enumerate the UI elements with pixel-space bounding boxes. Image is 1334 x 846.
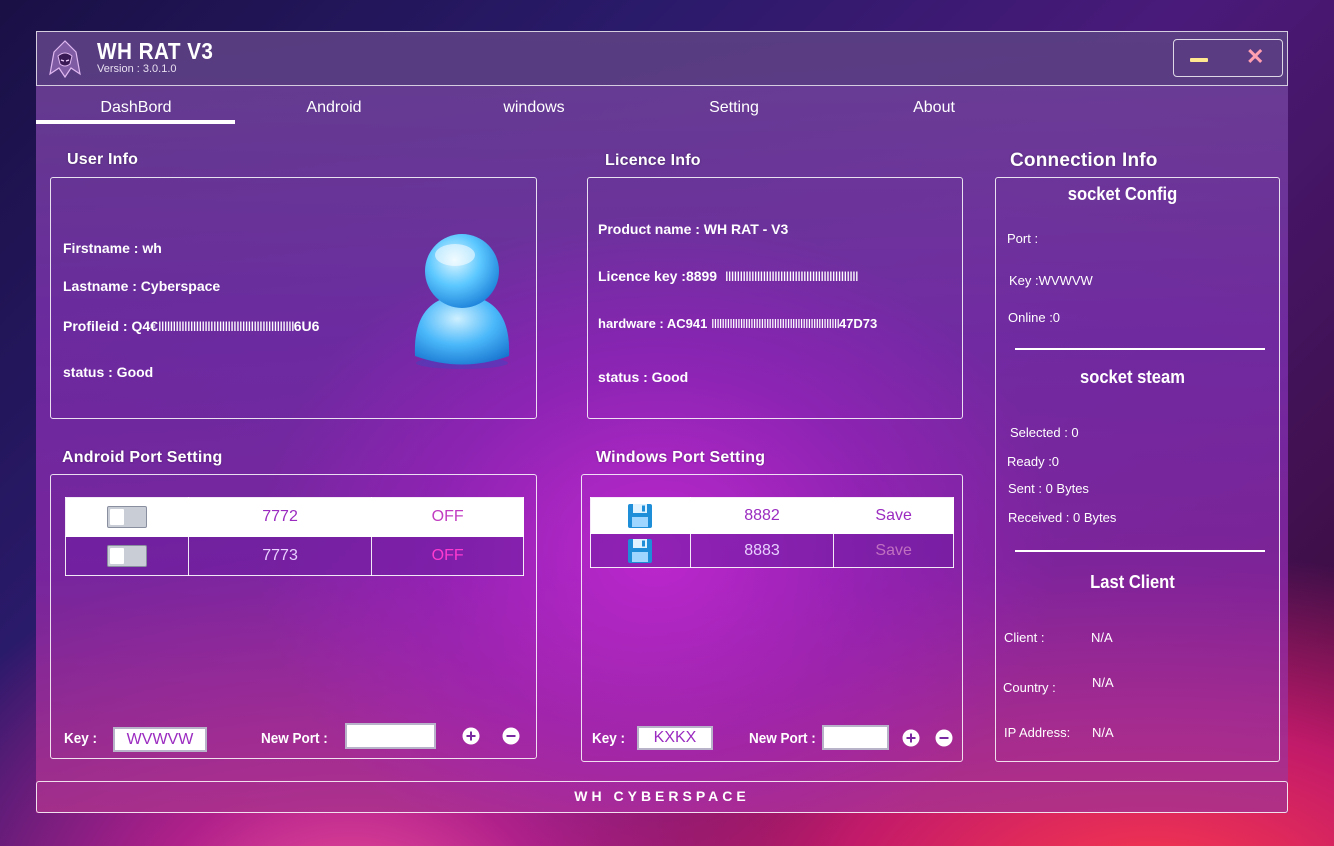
licence-key-row: Licence key :8899 IIIIIIIIIIIIIIIIIIIIII… xyxy=(598,268,859,284)
tab-about[interactable]: About xyxy=(834,99,1034,117)
toggle-cell xyxy=(65,497,189,537)
save-icon-cell xyxy=(590,533,691,568)
user-info-title: User Info xyxy=(67,151,139,168)
divider xyxy=(1015,348,1265,350)
save-button[interactable]: Save xyxy=(833,497,954,534)
window-controls: ✕ xyxy=(1173,39,1283,77)
ip-address-value: N/A xyxy=(1092,725,1114,740)
hardware-mask: IIIIIIIIIIIIIIIIIIIIIIIIIIIIIIIIIIIIIIII… xyxy=(710,316,840,331)
licence-info-panel: Product name : WH RAT - V3 Licence key :… xyxy=(587,177,963,419)
selected-text: Selected : 0 xyxy=(1010,425,1079,440)
lastname-text: Lastname : Cyberspace xyxy=(63,278,221,294)
firstname-text: Firstname : wh xyxy=(63,240,162,256)
client-label: Client : xyxy=(1004,630,1045,645)
port-toggle[interactable] xyxy=(106,545,147,567)
profileid-row: Profileid : Q4€IIIIIIIIIIIIIIIIIIIIIIIII… xyxy=(63,318,319,334)
licence-info-title: Licence Info xyxy=(605,152,701,169)
tab-android[interactable]: Android xyxy=(234,99,434,117)
socket-online-text: Online :0 xyxy=(1008,310,1061,325)
divider xyxy=(1015,550,1265,552)
app-title: WH RAT V3 xyxy=(97,38,214,64)
remove-port-button[interactable] xyxy=(502,727,520,745)
licence-key-mask: IIIIIIIIIIIIIIIIIIIIIIIIIIIIIIIIIIIIIIII… xyxy=(724,268,859,284)
socket-config-title: socket Config xyxy=(1067,184,1178,204)
table-row: 8883 Save xyxy=(590,533,954,568)
connection-info-panel: socket Config Port : Key :WVWVW Online :… xyxy=(995,177,1280,762)
android-key-input[interactable] xyxy=(113,727,207,752)
android-new-port-input[interactable] xyxy=(345,723,436,749)
windows-new-port-label: New Port : xyxy=(749,730,816,747)
licence-status-text: status : Good xyxy=(598,369,689,385)
minimize-button[interactable] xyxy=(1190,58,1208,62)
close-button[interactable]: ✕ xyxy=(1246,45,1264,69)
tab-windows[interactable]: windows xyxy=(434,99,634,117)
table-row: 8882 Save xyxy=(590,497,954,534)
country-label: Country : xyxy=(1003,680,1056,695)
tab-setting[interactable]: Setting xyxy=(634,99,834,117)
windows-new-port-input[interactable] xyxy=(822,725,889,750)
android-new-port-label: New Port : xyxy=(261,730,328,747)
table-row: 7772 OFF xyxy=(65,497,524,537)
save-button[interactable]: Save xyxy=(833,533,954,568)
received-text: Received : 0 Bytes xyxy=(1008,510,1117,525)
floppy-disk-icon[interactable] xyxy=(627,503,653,529)
profileid-suffix: 6U6 xyxy=(293,318,320,334)
hardware-suffix: 47D73 xyxy=(838,316,878,331)
profileid-prefix: Profileid : Q4€ xyxy=(63,318,158,334)
port-cell: 7772 xyxy=(187,497,373,537)
footer-bar: WH CYBERSPACE xyxy=(36,781,1288,813)
hardware-prefix: hardware : AC941 xyxy=(598,316,708,331)
windows-key-input[interactable] xyxy=(637,726,713,750)
port-cell: 8883 xyxy=(689,533,835,568)
title-bar[interactable]: WH RAT V3 Version : 3.0.1.0 ✕ xyxy=(36,31,1288,86)
sent-text: Sent : 0 Bytes xyxy=(1008,481,1089,496)
windows-port-panel: 8882 Save 8883 Save Key : New Port : xyxy=(581,474,963,762)
profileid-mask: IIIIIIIIIIIIIIIIIIIIIIIIIIIIIIIIIIIIIIII… xyxy=(157,318,295,334)
port-state-cell[interactable]: OFF xyxy=(371,497,524,537)
user-status-text: status : Good xyxy=(63,364,154,380)
android-port-title: Android Port Setting xyxy=(62,449,223,466)
ready-text: Ready :0 xyxy=(1007,454,1060,469)
add-port-button[interactable] xyxy=(462,727,480,745)
android-port-table: 7772 OFF 7773 OFF xyxy=(65,497,524,576)
add-port-button[interactable] xyxy=(902,729,920,747)
active-tab-indicator xyxy=(36,120,235,124)
user-avatar-icon xyxy=(414,234,510,369)
android-key-label: Key : xyxy=(64,730,98,747)
last-client-title: Last Client xyxy=(1090,572,1175,592)
windows-port-title: Windows Port Setting xyxy=(596,449,766,466)
tab-dashbord[interactable]: DashBord xyxy=(36,99,236,117)
product-name-text: Product name : WH RAT - V3 xyxy=(598,221,789,237)
port-cell: 8882 xyxy=(689,497,835,534)
port-state-cell[interactable]: OFF xyxy=(371,536,524,576)
ip-address-label: IP Address: xyxy=(1004,725,1071,740)
port-cell: 7773 xyxy=(187,536,373,576)
port-toggle[interactable] xyxy=(106,506,147,528)
hardware-row: hardware : AC941 IIIIIIIIIIIIIIIIIIIIIII… xyxy=(598,316,877,331)
socket-port-text: Port : xyxy=(1007,231,1039,246)
country-value: N/A xyxy=(1092,675,1114,690)
floppy-disk-icon[interactable] xyxy=(627,538,653,564)
footer-text: WH CYBERSPACE xyxy=(574,788,750,804)
connection-info-title: Connection Info xyxy=(1010,150,1158,171)
remove-port-button[interactable] xyxy=(935,729,953,747)
toggle-cell xyxy=(65,536,189,576)
save-icon-cell xyxy=(590,497,691,534)
table-row: 7773 OFF xyxy=(65,536,524,576)
client-value: N/A xyxy=(1091,630,1113,645)
windows-port-table: 8882 Save 8883 Save xyxy=(590,497,954,568)
user-info-panel: Firstname : wh Lastname : Cyberspace Pro… xyxy=(50,177,537,419)
socket-steam-title: socket steam xyxy=(1080,367,1185,387)
licence-key-prefix: Licence key :8899 xyxy=(598,268,718,284)
main-window: WH RAT V3 Version : 3.0.1.0 ✕ DashBord A… xyxy=(36,31,1288,813)
windows-key-label: Key : xyxy=(592,730,626,747)
hacker-logo-icon xyxy=(49,40,81,79)
tab-bar: DashBord Android windows Setting About xyxy=(36,91,1288,127)
android-port-panel: 7772 OFF 7773 OFF Key : New Port : xyxy=(50,474,537,759)
app-version: Version : 3.0.1.0 xyxy=(97,63,177,75)
socket-key-text: Key :WVWVW xyxy=(1009,273,1093,288)
